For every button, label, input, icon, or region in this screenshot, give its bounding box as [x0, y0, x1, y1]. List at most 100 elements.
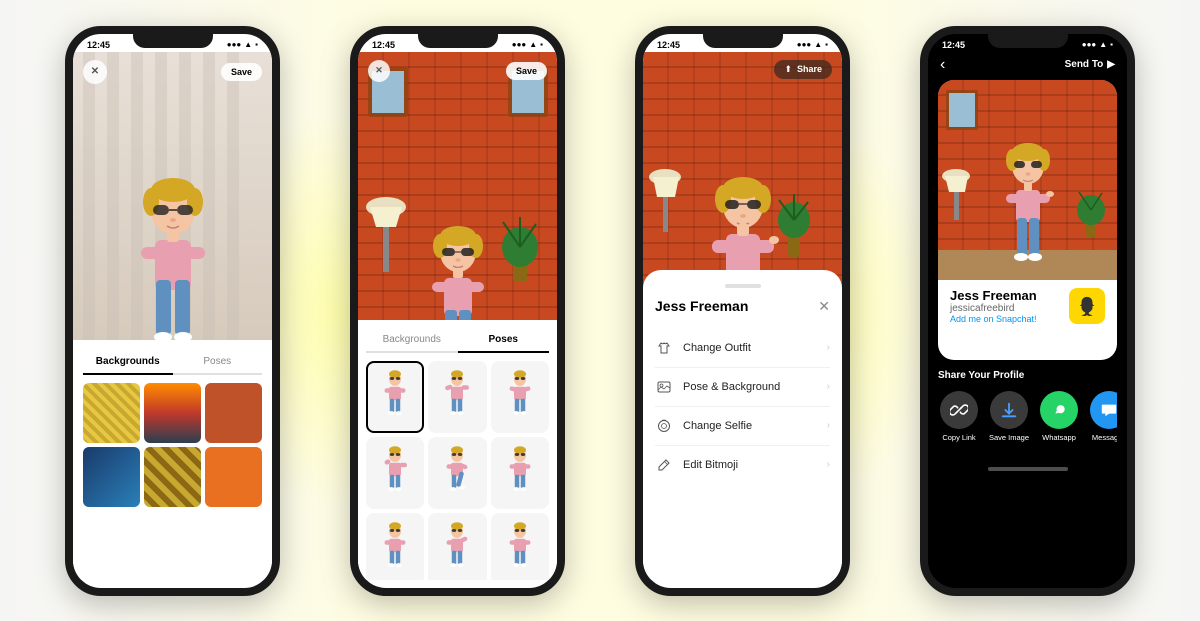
sheet-title-3: Jess Freeman [655, 298, 748, 314]
sheet-header-3: Jess Freeman ✕ [655, 298, 830, 315]
pose-thumb-5[interactable] [428, 437, 486, 509]
phone2-content: ✕ Save [358, 52, 557, 580]
pose-background-label: Pose & Background [683, 381, 780, 393]
pose-icon-7 [380, 521, 410, 576]
status-icons-4: ●●● ▲ ▪ [1082, 40, 1113, 49]
send-to-label-4: Send To [1065, 59, 1104, 70]
pose-icon-4 [380, 445, 410, 500]
profile-username-4: jessicafreebird [950, 303, 1037, 314]
pose-thumb-6[interactable] [491, 437, 549, 509]
wall-stripe [83, 52, 95, 372]
share-button-3[interactable]: ⬆ Share [774, 60, 832, 79]
edit-bitmoji-icon [655, 456, 673, 474]
change-outfit-label: Change Outfit [683, 342, 751, 354]
profile-text-4: Jess Freeman jessicafreebird Add me on S… [950, 288, 1037, 324]
poses-grid-2 [366, 361, 549, 580]
share-label-3: Share [797, 64, 822, 74]
profile-add-4: Add me on Snapchat! [950, 314, 1037, 324]
menu-item-change-outfit[interactable]: Change Outfit › [655, 329, 830, 368]
tab-poses-1[interactable]: Poses [173, 350, 263, 373]
phone-4: 12:45 ●●● ▲ ▪ ‹ Send To ▶ [920, 26, 1135, 596]
time-1: 12:45 [87, 40, 110, 50]
bg-thumb-gold[interactable] [83, 383, 140, 443]
save-button-1[interactable]: Save [221, 63, 262, 81]
pose-thumb-9[interactable] [491, 513, 549, 580]
bottom-sheet-3: Jess Freeman ✕ Change Outfit › [643, 270, 842, 580]
pose-thumb-2[interactable] [428, 361, 486, 433]
menu-item-change-selfie[interactable]: Change Selfie › [655, 407, 830, 446]
pose-thumb-8[interactable] [428, 513, 486, 580]
change-outfit-icon [655, 339, 673, 357]
pose-icon-1 [380, 369, 410, 424]
pose-background-icon [655, 378, 673, 396]
top-bar-4: ‹ Send To ▶ [928, 52, 1127, 80]
bottom-panel-1: Backgrounds Poses [73, 340, 272, 580]
sheet-handle-3 [725, 284, 761, 288]
tab-row-1: Backgrounds Poses [83, 350, 262, 375]
share-item-copy-link[interactable]: Copy Link [938, 391, 980, 451]
messages-label: Messages [1092, 433, 1117, 442]
signal-icon-1: ●●● [227, 40, 242, 49]
notch-3 [703, 34, 783, 48]
sheet-close-3[interactable]: ✕ [818, 298, 830, 315]
status-icons-3: ●●● ▲ ▪ [797, 40, 828, 49]
time-2: 12:45 [372, 40, 395, 50]
battery-icon-3: ▪ [825, 40, 828, 49]
send-to-button-4[interactable]: Send To ▶ [1065, 59, 1115, 70]
battery-icon-2: ▪ [540, 40, 543, 49]
phone4-content: ‹ Send To ▶ [928, 52, 1127, 580]
phone3-content: ⬆ Share [643, 52, 842, 580]
scene: 12:45 ●●● ▲ ▪ ✕ Save [0, 0, 1200, 621]
link-svg [950, 401, 968, 419]
bg-thumb-leopard[interactable] [144, 447, 201, 507]
bg-grid-1 [83, 383, 262, 507]
edit-bitmoji-chevron: › [827, 459, 830, 470]
notch-2 [418, 34, 498, 48]
profile-card-img-4 [938, 80, 1117, 280]
tab-poses-2[interactable]: Poses [458, 328, 550, 353]
change-selfie-chevron: › [827, 420, 830, 431]
bg-thumb-orange[interactable] [205, 447, 262, 507]
time-4: 12:45 [942, 40, 965, 50]
pose-thumb-3[interactable] [491, 361, 549, 433]
tab-backgrounds-1[interactable]: Backgrounds [83, 350, 173, 375]
copy-link-icon [940, 391, 978, 429]
bg-thumb-brick[interactable] [205, 383, 262, 443]
wifi-icon-1: ▲ [244, 40, 252, 49]
pose-thumb-4[interactable] [366, 437, 424, 509]
menu-item-pose-background[interactable]: Pose & Background › [655, 368, 830, 407]
status-icons-1: ●●● ▲ ▪ [227, 40, 258, 49]
notch-1 [133, 34, 213, 48]
pose-icon-5 [442, 445, 472, 500]
share-item-messages[interactable]: Messages [1088, 391, 1117, 451]
share-item-save-image[interactable]: Save Image [988, 391, 1030, 451]
change-selfie-label: Change Selfie [683, 420, 752, 432]
pose-icon-2 [442, 369, 472, 424]
wifi-icon-3: ▲ [814, 40, 822, 49]
pose-thumb-1[interactable] [366, 361, 424, 433]
pose-thumb-7[interactable] [366, 513, 424, 580]
snapchat-ghost-icon [1076, 295, 1098, 317]
save-button-2[interactable]: Save [506, 62, 547, 80]
bg-thumb-sunset[interactable] [144, 383, 201, 443]
tab-backgrounds-2[interactable]: Backgrounds [366, 328, 458, 351]
menu-item-edit-bitmoji[interactable]: Edit Bitmoji › [655, 446, 830, 484]
pose-icon-8 [442, 521, 472, 576]
back-button-4[interactable]: ‹ [940, 56, 945, 74]
share-icons-row-4: Copy Link Save Image [938, 391, 1117, 451]
bg-thumb-blue1[interactable] [83, 447, 140, 507]
wifi-icon-4: ▲ [1099, 40, 1107, 49]
avatar-bg-1: ✕ Save [73, 52, 272, 372]
poses-panel-2: Backgrounds Poses [358, 320, 557, 580]
close-button-1[interactable]: ✕ [83, 60, 107, 84]
top-bar-1: ✕ Save [73, 52, 272, 92]
home-indicator-4 [988, 467, 1068, 471]
battery-icon-1: ▪ [255, 40, 258, 49]
pose-icon-3 [505, 369, 535, 424]
share-item-whatsapp[interactable]: Whatsapp [1038, 391, 1080, 451]
status-icons-2: ●●● ▲ ▪ [512, 40, 543, 49]
wall-stripe [107, 52, 119, 372]
close-button-2[interactable]: ✕ [368, 60, 390, 82]
copy-link-label: Copy Link [942, 433, 975, 442]
signal-icon-2: ●●● [512, 40, 527, 49]
